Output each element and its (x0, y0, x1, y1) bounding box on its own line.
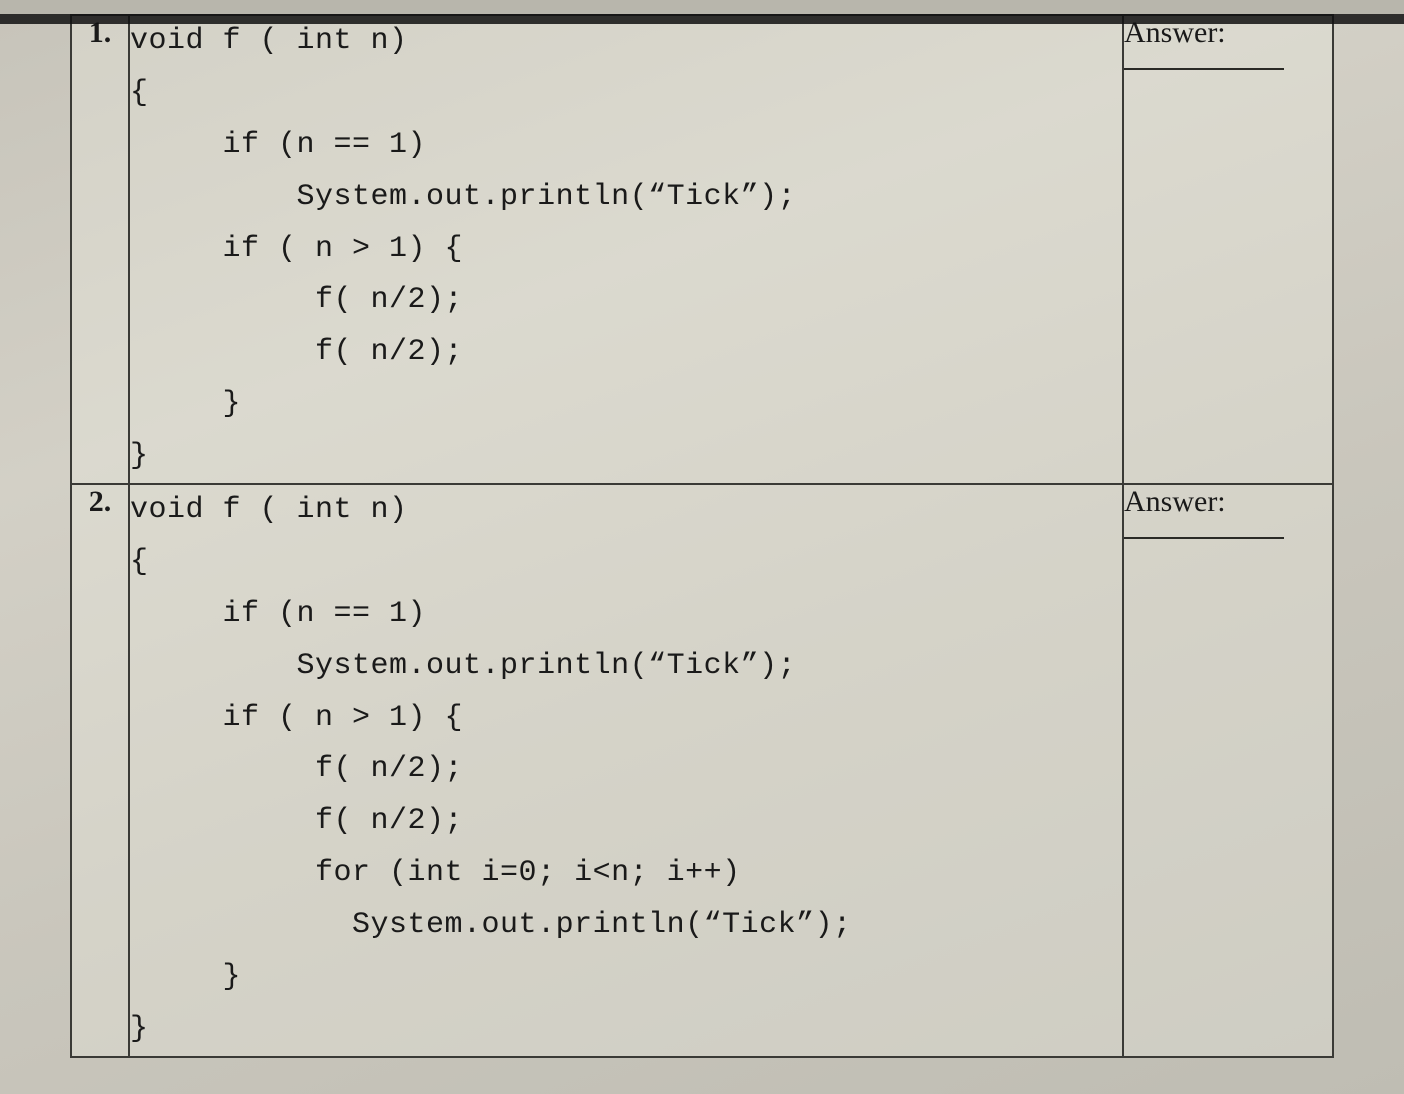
answer-box: Answer: (1124, 485, 1332, 539)
answer-cell: Answer: (1123, 15, 1333, 484)
answer-cell: Answer: (1123, 484, 1333, 1057)
questions-table: 1. void f ( int n) { if (n == 1) System.… (70, 14, 1334, 1058)
code-block: void f ( int n) { if (n == 1) System.out… (130, 16, 1122, 483)
table-row: 2. void f ( int n) { if (n == 1) System.… (71, 484, 1333, 1057)
answer-box: Answer: (1124, 16, 1332, 70)
top-dark-bar (0, 14, 1404, 24)
answer-label: Answer: (1124, 485, 1226, 519)
question-number-cell: 2. (71, 484, 129, 1057)
code-block: void f ( int n) { if (n == 1) System.out… (130, 485, 1122, 1056)
table-row: 1. void f ( int n) { if (n == 1) System.… (71, 15, 1333, 484)
question-number: 2. (89, 485, 112, 518)
code-cell: void f ( int n) { if (n == 1) System.out… (129, 484, 1123, 1057)
code-cell: void f ( int n) { if (n == 1) System.out… (129, 15, 1123, 484)
worksheet-page: 1. void f ( int n) { if (n == 1) System.… (0, 14, 1404, 1094)
question-number-cell: 1. (71, 15, 129, 484)
answer-blank-line[interactable] (1124, 537, 1284, 539)
answer-blank-line[interactable] (1124, 68, 1284, 70)
